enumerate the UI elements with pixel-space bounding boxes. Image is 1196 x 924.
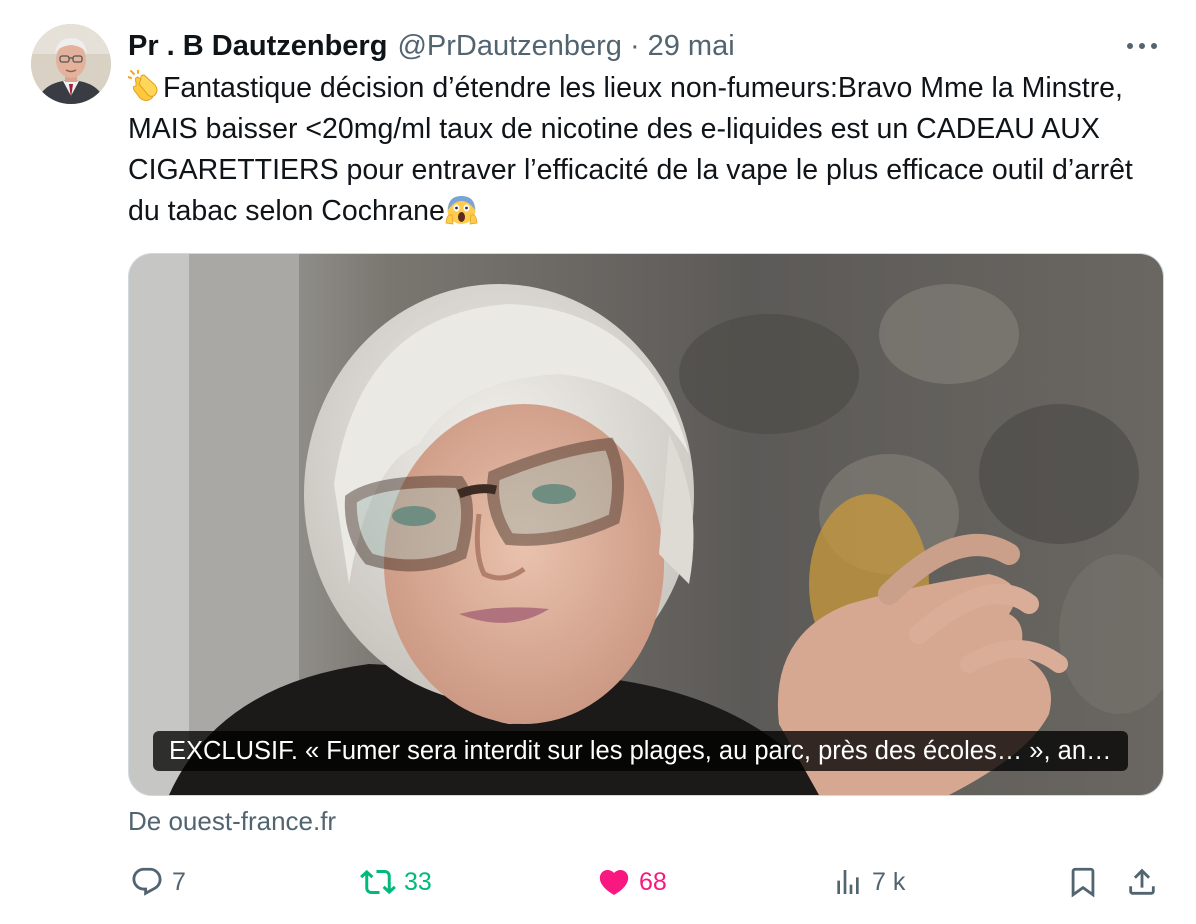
views-count: 7 k <box>872 867 906 896</box>
card-photo <box>129 254 1163 795</box>
avatar[interactable] <box>31 24 111 104</box>
reply-button[interactable]: 7 <box>130 860 186 904</box>
like-button[interactable]: 68 <box>597 860 667 904</box>
speech-bubble-icon <box>130 865 164 899</box>
display-name[interactable]: Pr . B Dautzenberg <box>128 30 387 63</box>
tweet: Pr . B Dautzenberg @PrDautzenberg · 29 m… <box>0 0 1196 924</box>
separator-dot: · <box>629 29 640 62</box>
retweet-button[interactable]: 33 <box>360 860 432 904</box>
heart-icon <box>597 865 631 899</box>
bookmark-icon <box>1066 865 1100 899</box>
retweet-arrows-icon <box>360 864 396 900</box>
bar-chart-icon <box>832 866 864 898</box>
card-source-link[interactable]: De ouest-france.fr <box>128 801 336 841</box>
share-upload-icon <box>1125 865 1159 899</box>
tweet-date[interactable]: 29 mai <box>648 30 735 63</box>
user-handle[interactable]: @PrDautzenberg <box>397 30 622 63</box>
tweet-header: Pr . B Dautzenberg @PrDautzenberg · 29 m… <box>128 26 735 66</box>
face-screaming-in-fear-emoji <box>445 193 478 226</box>
link-card[interactable]: EXCLUSIF. « Fumer sera interdit sur les … <box>128 253 1164 796</box>
share-button[interactable] <box>1125 860 1159 904</box>
card-caption: EXCLUSIF. « Fumer sera interdit sur les … <box>153 731 1128 771</box>
tweet-text: Fantastique décision d’étendre les lieux… <box>127 68 1138 232</box>
more-options-icon[interactable] <box>1120 26 1164 66</box>
bookmark-button[interactable] <box>1066 860 1100 904</box>
like-count: 68 <box>639 867 667 896</box>
retweet-count: 33 <box>404 867 432 896</box>
reply-count: 7 <box>172 867 186 896</box>
clapping-hands-emoji <box>127 69 161 103</box>
tweet-text-body: Fantastique décision d’étendre les lieux… <box>128 72 1133 227</box>
views-button[interactable]: 7 k <box>832 860 905 904</box>
